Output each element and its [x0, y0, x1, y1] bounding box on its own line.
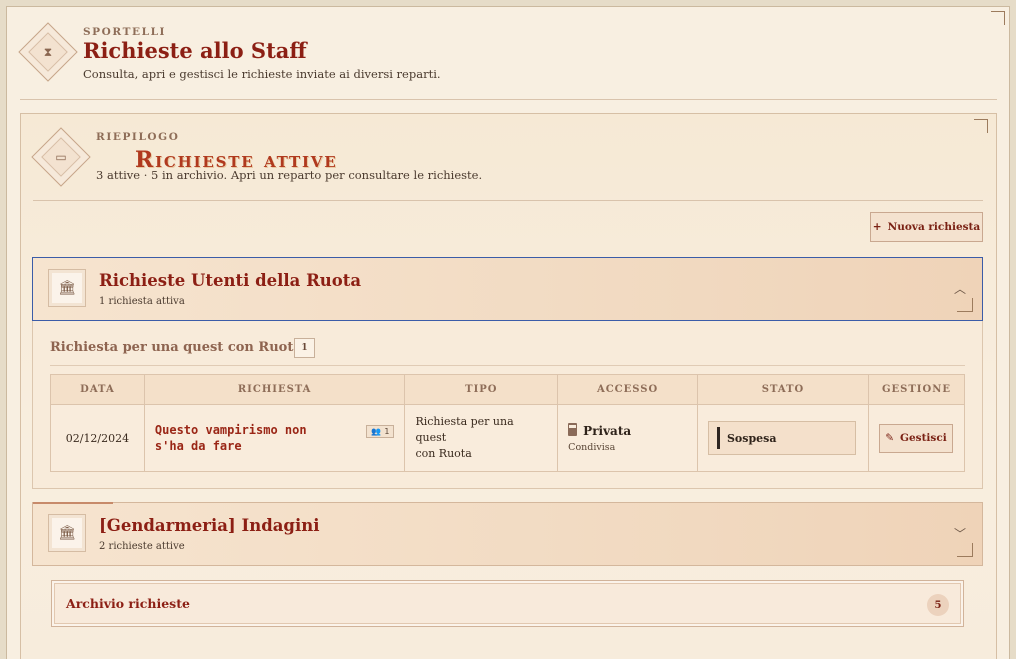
column-header-data: DATA [50, 374, 145, 405]
header-eyebrow: SPORTELLI [83, 26, 167, 38]
archive-count-badge: 5 [927, 594, 949, 616]
request-type-line: con Ruota [415, 447, 472, 460]
corner-ornament [957, 298, 973, 312]
new-request-label: Nuova richiesta [887, 221, 981, 233]
department-header-utenti-ruota[interactable]: 🏛 Richieste Utenti della Ruota 1 richies… [32, 257, 983, 321]
archive-label: Archivio richieste [66, 596, 190, 611]
plus-icon: + [872, 221, 882, 233]
pencil-icon: ✎ [885, 432, 895, 444]
bank-icon: 🏛 [48, 269, 86, 307]
corner-ornament [991, 11, 1005, 25]
group-count-badge: 1 [294, 338, 315, 358]
people-icon: 👥 [371, 427, 382, 436]
participants-badge: 👥 1 [366, 425, 395, 438]
group-divider [50, 365, 965, 366]
column-header-richiesta: RICHIESTA [143, 374, 406, 405]
table-header-row: DATA RICHIESTA TIPO ACCESSO STATO GESTIO… [50, 374, 966, 405]
status-indicator [716, 427, 720, 449]
lock-icon [568, 427, 578, 436]
column-header-stato: STATO [696, 374, 869, 405]
bank-icon: 🏛 [48, 514, 86, 552]
column-header-tipo: TIPO [404, 374, 559, 405]
summary-divider [33, 200, 983, 201]
request-title-line: Questo vampirismo non [154, 423, 307, 437]
corner-ornament [974, 119, 988, 133]
request-title-link[interactable]: Questo vampirismo non s'ha da fare [155, 422, 307, 454]
group-title: Richiesta per una quest con Ruota [50, 340, 302, 355]
status-badge: Sospesa [707, 421, 856, 455]
header-emblem: ⧗ [18, 22, 78, 82]
requests-table: DATA RICHIESTA TIPO ACCESSO STATO GESTIO… [50, 374, 966, 472]
status-label: Sospesa [726, 431, 777, 445]
new-request-button[interactable]: + Nuova richiesta [870, 212, 983, 242]
department-count: 2 richieste attive [99, 541, 185, 552]
request-title-line: s'ha da fare [154, 439, 242, 453]
request-cell: Questo vampirismo non s'ha da fare 👥 1 [143, 404, 406, 472]
request-access: Privata Condivisa [557, 404, 698, 472]
header-divider [20, 99, 997, 100]
chevron-up-icon[interactable]: ︿ [952, 280, 968, 296]
archive-toggle[interactable]: Archivio richieste 5 [51, 580, 964, 627]
department-title: Richieste Utenti della Ruota [99, 271, 362, 290]
column-header-accesso: ACCESSO [557, 374, 698, 405]
page-title: Richieste allo Staff [83, 38, 307, 63]
manage-label: Gestisci [900, 432, 947, 444]
column-header-gestione: GESTIONE [867, 374, 966, 405]
summary-eyebrow: RIEPILOGO [96, 131, 180, 143]
page-subtitle: Consulta, apri e gestisci le richieste i… [83, 67, 441, 81]
corner-ornament [957, 543, 973, 557]
request-actions: ✎ Gestisci [867, 404, 966, 472]
manage-button[interactable]: ✎ Gestisci [878, 423, 953, 453]
department-header-gendarmeria[interactable]: 🏛 [Gendarmeria] Indagini 2 richieste att… [32, 502, 983, 566]
request-status: Sospesa [696, 404, 869, 472]
request-type-line: Richiesta per una quest [415, 415, 514, 444]
participants-count: 1 [384, 427, 390, 436]
chevron-down-icon[interactable]: ﹀ [952, 525, 968, 541]
request-date: 02/12/2024 [50, 404, 145, 472]
summary-subtitle: 3 attive · 5 in archivio. Apri un repart… [96, 168, 483, 182]
department-count: 1 richiesta attiva [99, 296, 185, 307]
accent-line [33, 502, 113, 504]
access-label: Privata [583, 423, 632, 438]
request-type: Richiesta per una quest con Ruota [404, 404, 559, 472]
inbox-icon: ▭ [55, 150, 67, 164]
access-sublabel: Condivisa [568, 441, 616, 453]
table-row: 02/12/2024 Questo vampirismo non s'ha da… [50, 404, 966, 472]
department-title: [Gendarmeria] Indagini [99, 516, 320, 535]
hourglass-icon: ⧗ [43, 44, 53, 59]
